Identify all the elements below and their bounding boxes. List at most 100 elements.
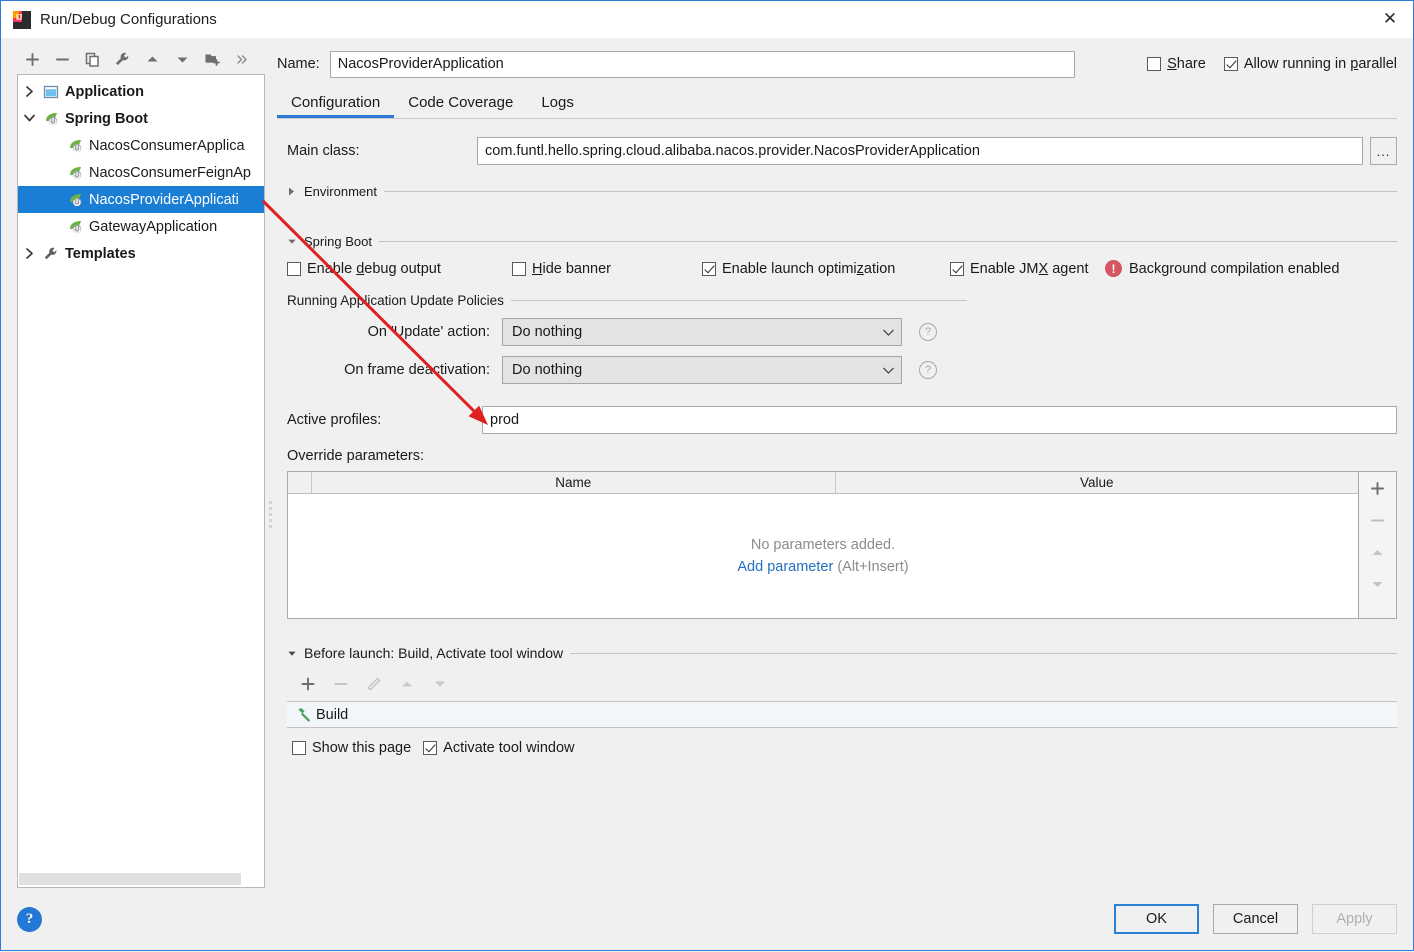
- before-launch-header[interactable]: Before launch: Build, Activate tool wind…: [287, 645, 1397, 661]
- on-frame-deactivation-help-icon[interactable]: ?: [919, 361, 937, 379]
- chevron-right-icon: [287, 186, 297, 197]
- scrollbar-thumb[interactable]: [19, 873, 241, 885]
- share-checkbox[interactable]: Share: [1147, 56, 1206, 72]
- activate-tool-window-box: [423, 741, 438, 755]
- add-task-button[interactable]: [291, 671, 324, 697]
- tab-logs[interactable]: Logs: [527, 86, 588, 118]
- main-class-row: Main class: com.funtl.hello.spring.cloud…: [287, 137, 1397, 165]
- panel-splitter[interactable]: [269, 501, 276, 528]
- hide-banner-checkbox[interactable]: Hide banner: [512, 261, 702, 277]
- table-header-cell-name[interactable]: Name: [312, 472, 836, 493]
- override-parameters-table[interactable]: Name Value No parameters added. Add para…: [287, 471, 1359, 619]
- close-icon[interactable]: ✕: [1367, 1, 1413, 37]
- tree-item-label: NacosProviderApplicati: [89, 191, 239, 208]
- new-folder-icon[interactable]: [197, 46, 227, 72]
- main-class-input[interactable]: com.funtl.hello.spring.cloud.alibaba.nac…: [477, 137, 1363, 165]
- on-update-action-select[interactable]: Do nothing: [502, 318, 902, 346]
- help-area: ?: [1, 888, 267, 950]
- remove-configuration-button[interactable]: [47, 46, 77, 72]
- arrow-up-icon[interactable]: [137, 46, 167, 72]
- tree-item-nacosconsumerfeignap[interactable]: NacosConsumerFeignAp: [18, 159, 264, 186]
- activate-tool-window-checkbox[interactable]: Activate tool window: [423, 740, 575, 756]
- enable-jmx-agent-box: [950, 261, 964, 276]
- update-policies-header: Running Application Update Policies: [287, 293, 1397, 308]
- apply-button: Apply: [1312, 904, 1397, 934]
- chevron-down-icon[interactable]: [18, 114, 40, 123]
- remove-parameter-button[interactable]: [1367, 510, 1389, 530]
- tree-item-spring-boot[interactable]: Spring Boot: [18, 105, 264, 132]
- move-parameter-up-button[interactable]: [1367, 542, 1389, 562]
- configurations-tree[interactable]: Application Spring Boot NacosConsumerAppli…: [17, 74, 265, 888]
- dialog-footer: OK Cancel Apply: [277, 888, 1413, 950]
- section-divider: [510, 300, 967, 301]
- tree-item-nacosproviderapplicati[interactable]: NacosProviderApplicati: [18, 186, 264, 213]
- tree-item-application[interactable]: Application: [18, 78, 264, 105]
- configurations-panel: Application Spring Boot NacosConsumerAppli…: [1, 38, 267, 950]
- name-label: Name:: [277, 56, 320, 72]
- chevron-double-right-icon[interactable]: [227, 46, 257, 72]
- move-task-down-button[interactable]: [423, 671, 456, 697]
- active-profiles-input[interactable]: prod: [482, 406, 1397, 434]
- spring-boot-section-title: Spring Boot: [304, 234, 372, 249]
- tree-item-label: Application: [65, 83, 144, 100]
- chevron-down-icon: [287, 237, 297, 246]
- tree-item-nacosconsumerapplica[interactable]: NacosConsumerApplica: [18, 132, 264, 159]
- pencil-icon[interactable]: [357, 671, 390, 697]
- share-label: Share: [1167, 56, 1206, 72]
- enable-debug-output-box: [287, 261, 301, 276]
- tree-item-label: Templates: [65, 245, 136, 262]
- tree-item-label: NacosConsumerApplica: [89, 137, 245, 154]
- tree-horizontal-scrollbar[interactable]: [18, 869, 264, 887]
- on-frame-deactivation-label: On frame deactivation:: [344, 362, 490, 378]
- enable-launch-optimization-checkbox[interactable]: Enable launch optimization: [702, 261, 950, 277]
- wrench-icon[interactable]: [107, 46, 137, 72]
- add-parameter-link[interactable]: Add parameter: [737, 559, 833, 575]
- move-task-up-button[interactable]: [390, 671, 423, 697]
- section-divider: [570, 652, 1397, 654]
- spring-boot-icon: [40, 110, 62, 127]
- allow-parallel-checkbox[interactable]: Allow running in parallel: [1223, 56, 1397, 72]
- tab-configuration[interactable]: Configuration: [277, 86, 395, 118]
- on-frame-deactivation-select[interactable]: Do nothing: [502, 356, 902, 384]
- help-icon[interactable]: ?: [17, 906, 42, 932]
- share-checkbox-box: [1147, 57, 1162, 71]
- table-header-cell-value[interactable]: Value: [836, 472, 1359, 493]
- on-update-action-row: On 'Update' action: Do nothing ?: [287, 318, 1397, 346]
- cancel-button[interactable]: Cancel: [1213, 904, 1298, 934]
- tree-item-templates[interactable]: Templates: [18, 240, 264, 267]
- table-body-empty-state: No parameters added. Add parameter (Alt+…: [288, 494, 1358, 618]
- add-parameter-button[interactable]: [1367, 478, 1389, 498]
- hammer-icon: [292, 706, 316, 723]
- window-title: Run/Debug Configurations: [40, 11, 217, 28]
- add-configuration-button[interactable]: [17, 46, 47, 72]
- environment-section-header[interactable]: Environment: [287, 184, 1397, 199]
- override-parameters-label: Override parameters:: [287, 448, 424, 464]
- on-update-action-help-icon[interactable]: ?: [919, 323, 937, 341]
- enable-jmx-agent-checkbox[interactable]: Enable JMX agent: [950, 261, 1105, 277]
- tab-code-coverage[interactable]: Code Coverage: [394, 86, 527, 118]
- chevron-right-icon[interactable]: [18, 86, 40, 97]
- enable-launch-optimization-label: Enable launch optimization: [722, 260, 896, 277]
- spring-boot-icon: [64, 218, 86, 235]
- move-parameter-down-button[interactable]: [1367, 574, 1389, 594]
- main-class-label: Main class:: [287, 143, 360, 159]
- enable-debug-output-checkbox[interactable]: Enable debug output: [287, 261, 512, 277]
- name-input[interactable]: NacosProviderApplication: [329, 50, 1075, 78]
- on-update-action-value: Do nothing: [512, 324, 583, 340]
- intellij-idea-icon: IJ: [13, 10, 31, 29]
- remove-task-button[interactable]: [324, 671, 357, 697]
- editor-tabs: Configuration Code Coverage Logs: [277, 84, 1413, 118]
- ok-button[interactable]: OK: [1114, 904, 1199, 934]
- dialog-body: Application Spring Boot NacosConsumerAppli…: [1, 38, 1413, 950]
- enable-launch-optimization-box: [702, 261, 716, 276]
- browse-main-class-button[interactable]: ...: [1370, 137, 1397, 165]
- before-launch-task-row[interactable]: Build: [287, 701, 1397, 728]
- tree-item-gatewayapplication[interactable]: GatewayApplication: [18, 213, 264, 240]
- section-divider: [383, 191, 1397, 192]
- title-bar: IJ Run/Debug Configurations ✕: [1, 1, 1413, 38]
- chevron-right-icon[interactable]: [18, 248, 40, 259]
- arrow-down-icon[interactable]: [167, 46, 197, 72]
- copy-icon[interactable]: [77, 46, 107, 72]
- spring-boot-section-header[interactable]: Spring Boot: [287, 234, 1397, 249]
- show-this-page-checkbox[interactable]: Show this page: [292, 740, 411, 756]
